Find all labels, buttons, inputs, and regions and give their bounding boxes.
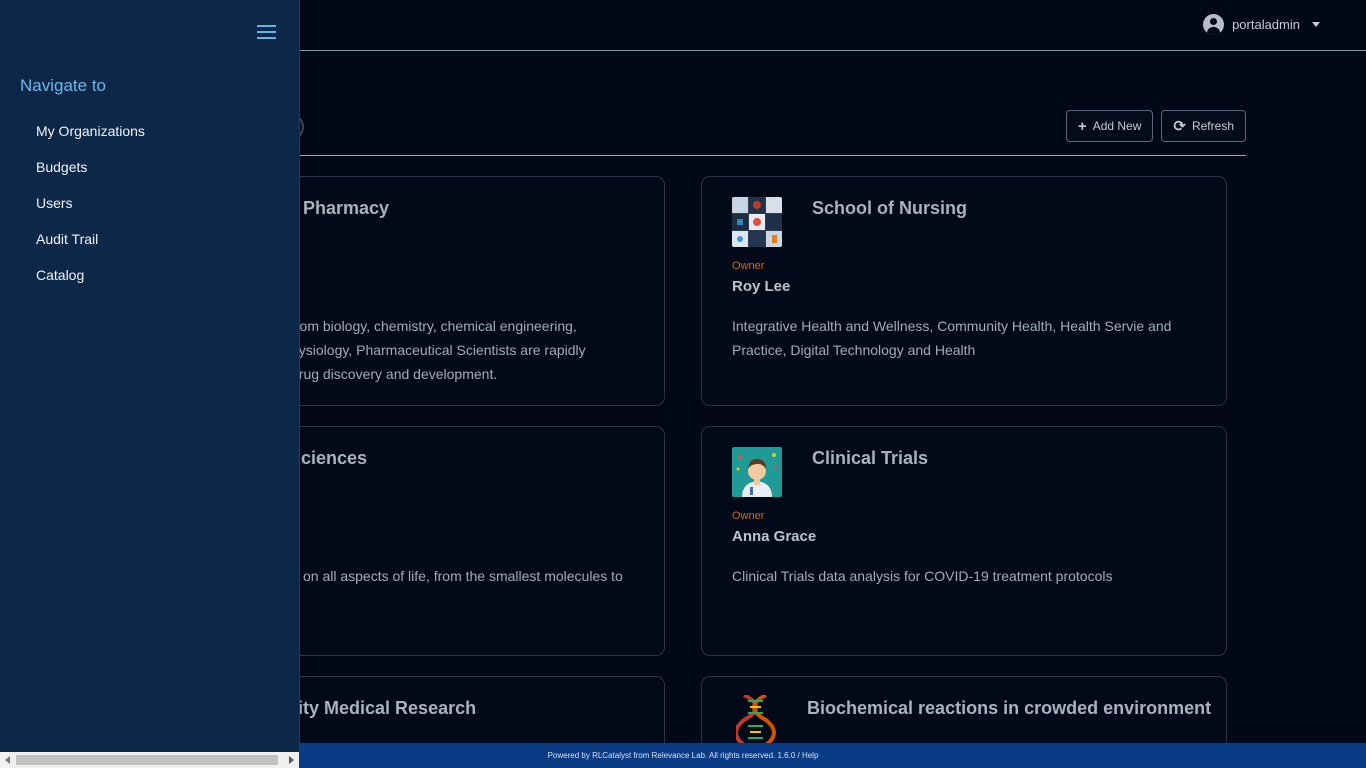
scroll-right-icon[interactable] — [289, 756, 294, 764]
toolbar: + Add New ⟳ Refresh — [1065, 110, 1246, 142]
user-circle-icon — [1203, 14, 1225, 35]
username: portaladmin — [1232, 17, 1300, 32]
footer-text: Powered by RLCatalyst from Relevance Lab… — [547, 751, 819, 760]
card-description: Integrative Health and Wellness, Communi… — [732, 314, 1202, 362]
owner-name: Anna Grace — [732, 528, 817, 545]
owner-name: Roy Lee — [732, 278, 791, 295]
desc-line: drug discovery and development. — [291, 366, 498, 382]
sidebar-item-audit-trail[interactable]: Audit Trail — [36, 231, 98, 247]
desc-line: from biology, chemistry, chemical engine… — [291, 318, 577, 334]
project-card[interactable]: Clinical Trials Owner Anna Grace Clinica… — [701, 426, 1227, 656]
desc-line: Clinical Trials data analysis for COVID-… — [732, 568, 1113, 584]
card-description: from biology, chemistry, chemical engine… — [291, 314, 661, 386]
add-new-button[interactable]: + Add New — [1065, 110, 1154, 142]
project-card[interactable]: School of Nursing Owner Roy Lee Integrat… — [701, 176, 1227, 406]
project-thumbnail — [732, 447, 782, 497]
horizontal-scrollbar[interactable] — [0, 752, 299, 768]
card-description: on all aspects of life, from the smalles… — [303, 564, 663, 588]
add-new-label: Add New — [1092, 119, 1142, 133]
scrollbar-thumb[interactable] — [16, 755, 278, 765]
refresh-icon: ⟳ — [1173, 117, 1186, 135]
sidebar: Navigate to My Organizations Budgets Use… — [0, 0, 300, 768]
refresh-button[interactable]: ⟳ Refresh — [1161, 110, 1246, 142]
desc-line: hysiology, Pharmaceutical Scientists are… — [291, 342, 586, 358]
dna-icon — [736, 695, 776, 745]
card-title: Biochemical reactions in crowded environ… — [807, 698, 1212, 718]
card-title: School of Nursing — [812, 198, 967, 218]
refresh-label: Refresh — [1191, 119, 1234, 133]
project-thumbnail — [732, 197, 782, 247]
card-description: Clinical Trials data analysis for COVID-… — [732, 564, 1202, 588]
owner-label: Owner — [732, 510, 765, 522]
sidebar-item-users[interactable]: Users — [36, 195, 73, 211]
hamburger-menu-icon[interactable] — [257, 25, 276, 39]
desc-line: Practice, Digital Technology and Health — [732, 342, 976, 358]
owner-label: Owner — [732, 260, 765, 272]
card-title: sity Medical Research — [288, 698, 477, 718]
sidebar-item-my-organizations[interactable]: My Organizations — [36, 123, 145, 139]
sidebar-item-budgets[interactable]: Budgets — [36, 159, 87, 175]
plus-icon: + — [1077, 117, 1087, 135]
desc-line: Integrative Health and Wellness, Communi… — [732, 318, 1172, 334]
scroll-left-icon[interactable] — [5, 756, 10, 764]
caret-down-icon — [1312, 22, 1320, 27]
nav-heading: Navigate to — [20, 76, 106, 95]
card-title: ciences — [301, 448, 368, 468]
user-menu[interactable]: portaladmin — [1203, 14, 1320, 35]
desc-line: on all aspects of life, from the smalles… — [303, 568, 623, 584]
title-divider — [290, 155, 1246, 156]
card-title: Clinical Trials — [812, 448, 929, 468]
sidebar-item-catalog[interactable]: Catalog — [36, 267, 84, 283]
